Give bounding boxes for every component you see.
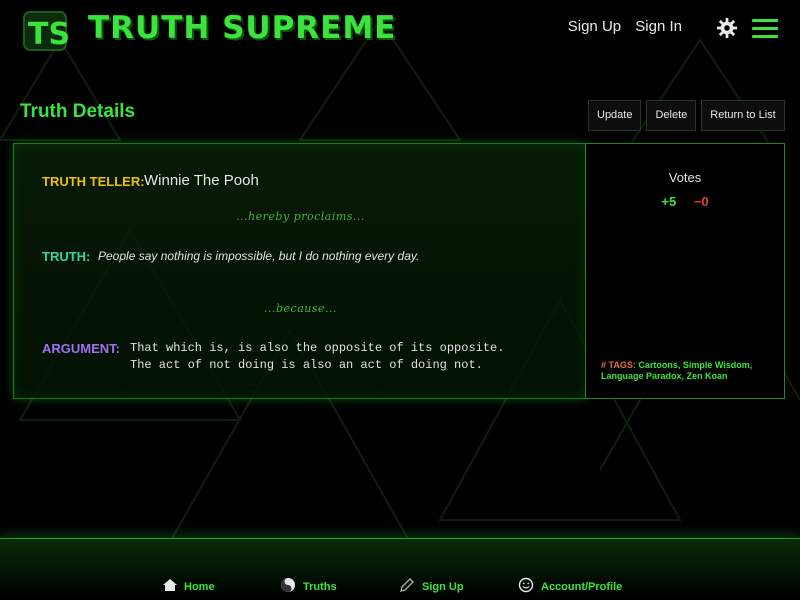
truth-teller-label: TRUTH TELLER:	[42, 174, 145, 189]
vote-counts: +5 −0	[586, 194, 784, 209]
tags: # TAGS: Cartoons, Simple Wisdom, Languag…	[601, 360, 779, 382]
votes-panel: Votes +5 −0 # TAGS: Cartoons, Simple Wis…	[585, 143, 785, 399]
footer-nav: Home Truths Sign Up Account/Profile	[0, 538, 800, 600]
brand-title[interactable]: TRUTH SUPREME	[88, 10, 396, 46]
yin-yang-icon	[281, 578, 295, 592]
tags-label: # TAGS:	[601, 360, 636, 370]
pen-icon	[400, 578, 414, 592]
logo-icon[interactable]: TS	[22, 10, 68, 52]
footer-account-link[interactable]: Account/Profile	[541, 581, 622, 593]
truth-text: People say nothing is impossible, but I …	[98, 249, 420, 263]
argument-label: ARGUMENT:	[42, 341, 120, 356]
top-nav: Sign Up Sign In	[558, 18, 682, 35]
truth-card: TRUTH TELLER: Winnie The Pooh ...hereby …	[13, 143, 586, 399]
home-icon	[163, 579, 177, 591]
gear-icon[interactable]	[716, 17, 738, 39]
argument-line: That which is, is also the opposite of i…	[130, 341, 505, 355]
downvote-button[interactable]: −0	[694, 194, 709, 209]
sign-in-link[interactable]: Sign In	[635, 18, 682, 35]
hamburger-menu-icon[interactable]	[752, 19, 778, 39]
votes-title: Votes	[668, 170, 702, 185]
footer-truths-link[interactable]: Truths	[303, 581, 337, 593]
delete-button[interactable]: Delete	[646, 100, 697, 131]
because-divider: ...because...	[264, 302, 337, 315]
proclaims-divider: ...hereby proclaims...	[236, 210, 365, 223]
argument-line: The act of not doing is also an act of d…	[130, 358, 483, 372]
sign-up-link[interactable]: Sign Up	[568, 18, 621, 35]
svg-text:TS: TS	[28, 17, 68, 52]
footer-sign-up-link[interactable]: Sign Up	[422, 581, 464, 593]
update-button[interactable]: Update	[588, 100, 642, 131]
page-title: Truth Details	[20, 101, 136, 122]
action-buttons: Update Delete Return to List	[583, 100, 785, 131]
upvote-button[interactable]: +5	[661, 194, 676, 209]
header: TS TRUTH SUPREME Sign Up Sign In	[0, 0, 800, 62]
footer-home-link[interactable]: Home	[184, 581, 215, 593]
return-to-list-button[interactable]: Return to List	[701, 100, 785, 131]
truth-teller-name: Winnie The Pooh	[144, 172, 259, 189]
truth-label: TRUTH:	[42, 249, 91, 264]
argument-text: That which is, is also the opposite of i…	[130, 340, 504, 374]
smiley-icon	[518, 577, 534, 593]
